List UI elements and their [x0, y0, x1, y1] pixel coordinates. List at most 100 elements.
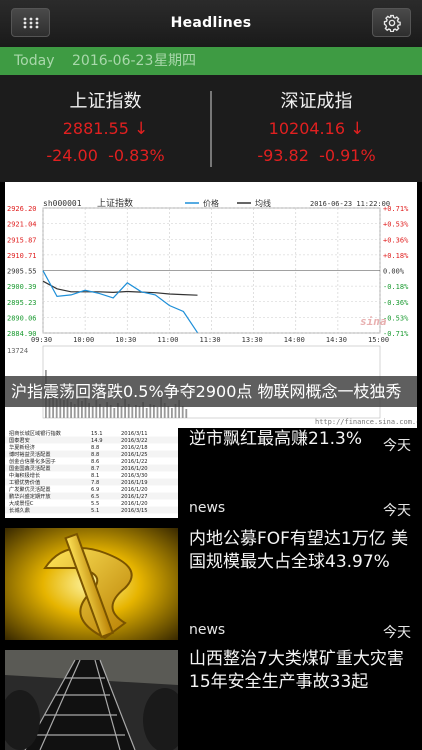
legend-price: 价格 [203, 198, 219, 208]
news-item[interactable]: 山西整治7大类煤矿重大灾害 15年安全生产事故33起 [0, 648, 422, 750]
table-cell: 工银优势价值 [9, 478, 40, 486]
table-cell: 2016/2/18 [121, 445, 148, 451]
news-thumbnail: 招商长城区域银行指数 15.1 2016/3/11 国泰君安 14.9 2016/3/22… [5, 428, 178, 518]
volume-bar [145, 408, 148, 418]
legend-avg: 均线 [255, 198, 271, 208]
table-cell: 鹏华兴盛定期开放 [9, 492, 51, 500]
table-cell: 8.7 [91, 466, 99, 472]
left-tick-label: 2895.23 [7, 299, 37, 307]
table-cell: 创金合信量化多因子 [9, 457, 56, 465]
x-tick-label: 11:00 [157, 336, 178, 344]
table-cell: 广发聚优灵活配置 [9, 485, 51, 493]
volume-bar [102, 407, 105, 418]
gold-dollar-image [5, 528, 178, 640]
right-tick-label: +0.53% [383, 221, 409, 229]
table-cell: 长城久鼎 [9, 506, 30, 514]
index-change: -93.82 -0.91% [257, 146, 376, 165]
right-tick-label: -0.36% [383, 299, 409, 307]
weekday-value: 星期四 [154, 53, 196, 69]
left-tick-label: 2905.55 [7, 268, 37, 276]
table-cell: 2016/1/20 [121, 501, 148, 507]
volume-bar [181, 406, 184, 418]
table-cell: 2016/1/20 [121, 487, 148, 493]
table-cell: 2016/3/11 [121, 431, 148, 437]
table-cell: 华夏新经济 [9, 443, 36, 451]
table-cell: 2016/1/19 [121, 480, 148, 486]
right-tick-label: +0.71% [383, 205, 409, 213]
top-bar: Headlines [0, 0, 422, 48]
news-source: news [189, 500, 226, 516]
left-tick-label: 2921.04 [7, 221, 37, 229]
table-cell: 6.9 [91, 487, 99, 493]
news-thumbnail [5, 650, 178, 750]
settings-button[interactable] [372, 8, 411, 37]
date-value: 2016-06-23 [72, 53, 154, 69]
table-cell: 2016/3/30 [121, 473, 148, 479]
news-time: 今天 [383, 503, 411, 519]
table-cell: 2016/1/20 [121, 466, 148, 472]
table-cell: 6.5 [91, 494, 99, 500]
index-name: 上证指数 [69, 91, 142, 112]
right-tick-label: +0.18% [383, 252, 409, 260]
news-source: news [189, 622, 226, 638]
x-tick-label: 14:00 [284, 336, 305, 344]
chart-grid [42, 207, 381, 334]
left-tick-label: 2890.06 [7, 314, 37, 322]
table-cell: 15.1 [91, 431, 103, 437]
x-tick-label: 13:30 [242, 336, 263, 344]
left-tick-label: 2926.20 [7, 205, 37, 213]
today-label: Today [14, 53, 55, 69]
x-tick-label: 15:00 [368, 336, 389, 344]
x-tick-labels: 09:30 10:00 10:30 11:00 11:30 13:30 14:00 14:30… [31, 336, 389, 344]
volume-bar [113, 408, 116, 418]
index-name: 深证成指 [280, 91, 353, 112]
left-tick-label: 2910.71 [7, 252, 37, 260]
news-time: 今天 [383, 625, 411, 641]
x-tick-label: 11:30 [200, 336, 221, 344]
table-cell: 8.6 [91, 459, 99, 465]
x-tick-label: 10:00 [73, 336, 94, 344]
chart-name: 上证指数 [97, 197, 133, 209]
date-bar: Today 2016-06-23 星期四 [0, 47, 422, 75]
news-time: 今天 [383, 438, 411, 454]
table-cell: 2016/3/22 [121, 438, 148, 444]
news-thumbnail [5, 528, 178, 640]
table-cell: 博时裕益灵活配置 [9, 450, 51, 458]
volume-bar [138, 406, 141, 418]
index-change: -24.00 -0.83% [46, 146, 165, 165]
news-title: 内地公募FOF有望达1万亿 美国规模最大占全球43.97% [189, 529, 409, 572]
index-panel: 上证指数 2881.55 ↓ -24.00 -0.83% 深证成指 10204.… [0, 75, 422, 182]
news-item[interactable]: 招商长城区域银行指数 15.1 2016/3/11 国泰君安 14.9 2016/3/22… [0, 428, 422, 528]
table-cell: 国金国鑫灵活配置 [9, 464, 51, 472]
x-tick-label: 09:30 [31, 336, 52, 344]
news-item[interactable]: 内地公募FOF有望达1万亿 美国规模最大占全球43.97% news 今天 [0, 528, 422, 648]
table-cell: 8.8 [91, 445, 99, 451]
left-tick-labels: 2926.20 2921.04 2915.87 2910.71 2905.55 2900.… [7, 205, 37, 338]
right-tick-labels: +0.71% +0.53% +0.36% +0.18% 0.00% -0.18% -0.36… [383, 205, 409, 338]
headline-caption[interactable]: 沪指震荡回落跌0.5%争夺2900点 物联网概念一枝独秀 [5, 376, 417, 407]
table-cell: 8.1 [91, 473, 99, 479]
table-cell: 5.5 [91, 501, 99, 507]
volume-bar [185, 409, 188, 418]
right-tick-label: +0.36% [383, 236, 409, 244]
left-tick-label: 2900.39 [7, 283, 37, 291]
down-arrow-icon: ↓ [134, 119, 149, 139]
table-cell: 2016/1/22 [121, 459, 148, 465]
chart-code: sh000001 [43, 199, 82, 208]
table-cell: 2016/1/25 [121, 452, 148, 458]
volume-bar [91, 406, 94, 418]
coal-conveyor-image [5, 650, 178, 750]
x-tick-label: 14:30 [326, 336, 347, 344]
table-cell: 5.1 [91, 508, 99, 514]
volume-bar [167, 406, 170, 418]
table-cell: 国泰君安 [9, 436, 30, 444]
table-cell: 2016/1/27 [121, 494, 148, 500]
table-cell: 招商长城区域银行指数 [9, 429, 62, 437]
table-cell: 大成景恒C [9, 499, 34, 507]
gear-icon [383, 14, 401, 32]
right-tick-label: 0.00% [383, 268, 405, 276]
page-title: Headlines [170, 15, 252, 31]
chart-datetime: 2016-06-23 11:22:00 [310, 200, 390, 208]
table-image: 招商长城区域银行指数 15.1 2016/3/11 国泰君安 14.9 2016/3/22… [5, 429, 178, 514]
right-tick-label: -0.53% [383, 314, 409, 322]
